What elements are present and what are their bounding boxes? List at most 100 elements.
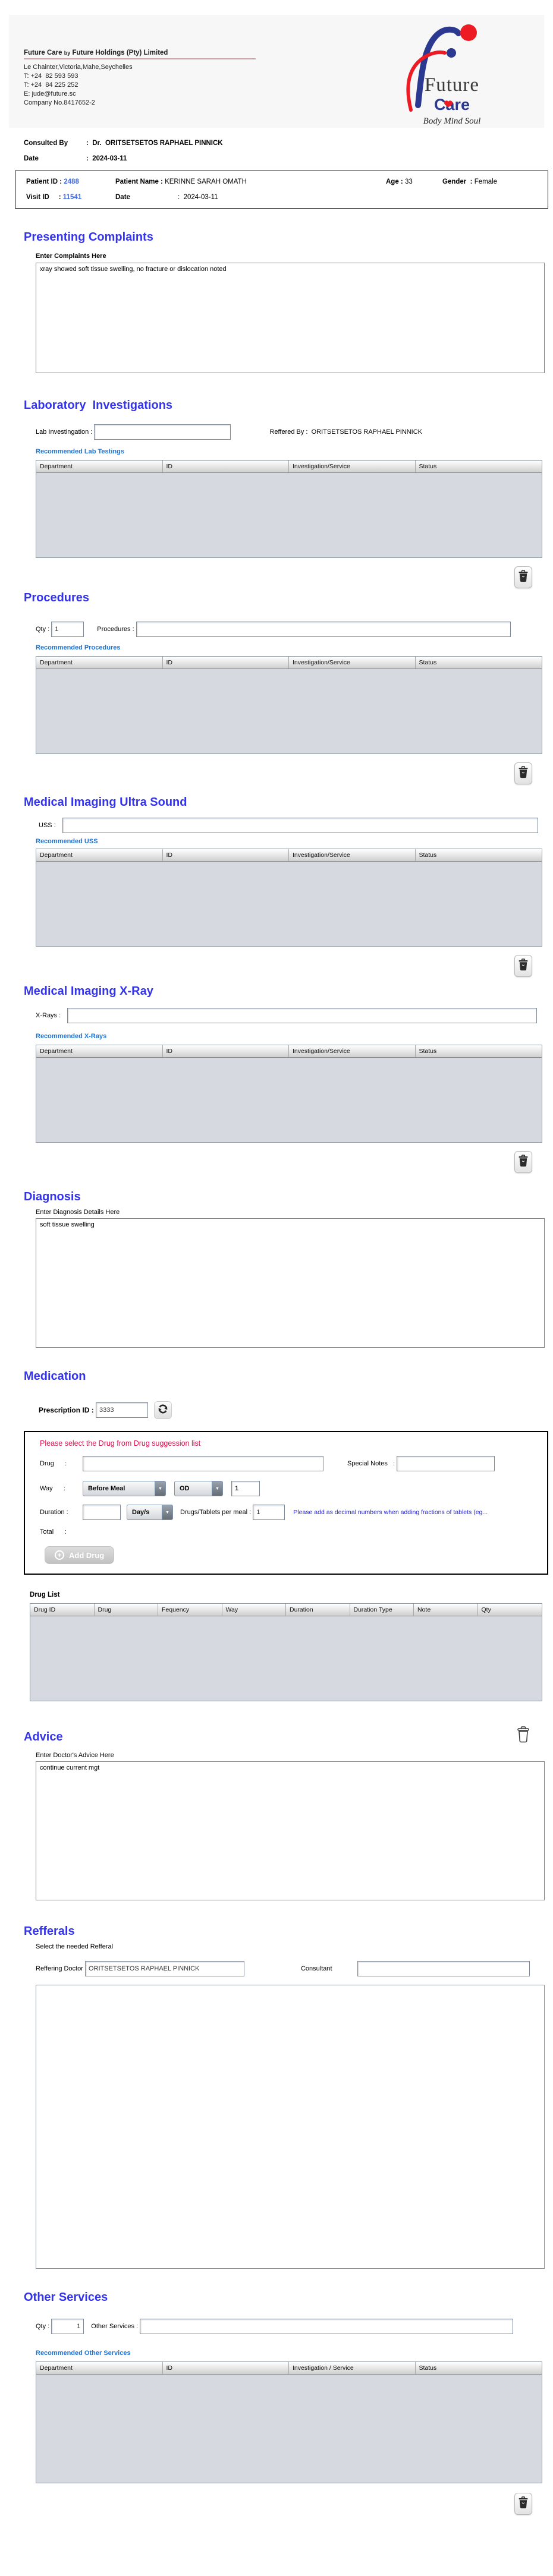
drug-col-id: Drug ID	[30, 1604, 95, 1616]
company-name-by: by	[64, 50, 71, 56]
frequency-qty-input[interactable]	[231, 1481, 260, 1496]
consulted-by-row: Consulted By : Dr. ORITSETSETOS RAPHAEL …	[24, 140, 553, 147]
visit-id-value: 11541	[63, 194, 81, 201]
other-services-trash-row	[0, 2493, 532, 2515]
add-icon: +	[55, 1550, 64, 1560]
trash-icon	[519, 2496, 528, 2512]
procedures-table-header: Department ID Investigation/Service Stat…	[36, 657, 542, 669]
xray-delete-button[interactable]	[514, 1151, 532, 1173]
uss-col-id: ID	[163, 849, 290, 861]
drug-list-label: Drug List	[30, 1591, 553, 1598]
other-services-input-row: Qty : Other Services :	[36, 2319, 553, 2334]
consultant-input[interactable]	[357, 1961, 530, 1976]
recommended-lab-testings-label: Recommended Lab Testings	[36, 448, 553, 455]
patient-info-row-1: Patient ID : 2488 Patient Name : KERINNE…	[26, 178, 537, 185]
frequency-select[interactable]: OD ▼	[174, 1481, 223, 1496]
consultant-label: Consultant	[301, 1965, 332, 1972]
procedures-col-investigation: Investigation/Service	[289, 657, 416, 669]
uss-trash-row	[0, 955, 532, 977]
uss-col-investigation: Investigation/Service	[289, 849, 416, 861]
trash-icon	[519, 958, 528, 974]
chevron-down-icon: ▼	[212, 1481, 222, 1496]
duration-unit-select[interactable]: Day/s ▼	[127, 1505, 173, 1520]
lab-table-header: Department ID Investigation/Service Stat…	[36, 461, 542, 473]
total-row: Total :	[40, 1528, 541, 1535]
recommended-procedures-label: Recommended Procedures	[36, 644, 553, 651]
procedures-label: Procedures :	[97, 626, 136, 633]
medication-entry-box: Please select the Drug from Drug suggess…	[24, 1431, 548, 1575]
recommended-xray-label: Recommended X-Rays	[36, 1033, 553, 1040]
uss-input[interactable]	[62, 818, 538, 833]
add-drug-button-label: Add Drug	[69, 1551, 104, 1560]
consult-date-value: : 2024-03-11	[86, 155, 127, 162]
drug-input[interactable]	[83, 1456, 323, 1471]
company-name-a: Future Care	[24, 49, 64, 56]
uss-delete-button[interactable]	[514, 955, 532, 977]
logo-tagline: Body Mind Soul	[423, 116, 481, 126]
add-drug-button[interactable]: + Add Drug	[45, 1546, 114, 1564]
uss-table-body	[36, 862, 542, 946]
diagnosis-title: Diagnosis	[24, 1190, 553, 1204]
patient-id-value: 2488	[64, 178, 79, 185]
chevron-down-icon: ▼	[155, 1481, 165, 1496]
drug-list-delete-button[interactable]	[514, 1725, 532, 1747]
complaints-textarea[interactable]: xray showed soft tissue swelling, no fra…	[36, 263, 545, 373]
other-col-id: ID	[163, 2362, 290, 2374]
diagnosis-label: Enter Diagnosis Details Here	[36, 1209, 553, 1216]
recommended-other-services-label: Recommended Other Services	[36, 2350, 553, 2357]
other-col-department: Department	[36, 2362, 163, 2374]
visit-id-label: Visit ID :	[26, 194, 63, 201]
xray-input[interactable]	[67, 1008, 537, 1023]
duration-input[interactable]	[83, 1505, 121, 1520]
other-services-input[interactable]	[140, 2319, 513, 2334]
medication-title: Medication	[24, 1369, 553, 1383]
procedures-table-body	[36, 669, 542, 753]
lab-referred-by-value: ORITSETSETOS RAPHAEL PINNICK	[312, 428, 422, 436]
diagnosis-textarea[interactable]: soft tissue swelling	[36, 1218, 545, 1348]
xray-table-header: Department ID Investigation/Service Stat…	[36, 1045, 542, 1058]
patient-gender-label: Gender :	[442, 178, 475, 185]
other-qty-input[interactable]	[51, 2319, 84, 2334]
visit-id: Visit ID : 11541	[26, 194, 115, 201]
referrals-label: Select the needed Refferal	[36, 1943, 553, 1950]
per-meal-input[interactable]	[253, 1505, 285, 1520]
way-row: Way : Before Meal ▼ OD ▼	[40, 1481, 541, 1496]
xray-label: X-Rays :	[36, 1012, 62, 1019]
drug-col-note: Note	[414, 1604, 478, 1616]
procedures-title: Procedures	[24, 591, 553, 605]
patient-age-label: Age :	[386, 178, 405, 185]
procedures-delete-button[interactable]	[514, 762, 532, 784]
procedures-qty-input[interactable]	[51, 622, 84, 637]
other-services-delete-button[interactable]	[514, 2493, 532, 2515]
xray-title: Medical Imaging X-Ray	[24, 984, 553, 998]
decimal-note: Please add as decimal numbers when addin…	[293, 1509, 541, 1516]
xray-col-id: ID	[163, 1045, 290, 1057]
visit-date: Date: 2024-03-11	[115, 194, 218, 201]
special-notes-input[interactable]	[397, 1456, 495, 1471]
way-select[interactable]: Before Meal ▼	[83, 1481, 166, 1496]
referral-inputs-row: Reffering Doctor Consultant	[36, 1961, 553, 1976]
patient-info-box: Patient ID : 2488 Patient Name : KERINNE…	[15, 171, 548, 209]
patient-id: Patient ID : 2488	[26, 178, 115, 185]
other-qty-label: Qty :	[36, 2323, 51, 2330]
procedures-input[interactable]	[136, 622, 511, 637]
other-col-status: Status	[416, 2362, 542, 2374]
consultation-form-page: { "colors": { "section_heading": "#3434e…	[0, 15, 553, 2576]
advice-textarea[interactable]: continue current mgt	[36, 1761, 545, 1900]
drug-list-table: Drug ID Drug Fequency Way Duration Durat…	[30, 1603, 542, 1701]
procedures-table: Department ID Investigation/Service Stat…	[36, 656, 542, 754]
lab-investigation-input[interactable]	[94, 424, 231, 440]
xray-col-department: Department	[36, 1045, 163, 1057]
referral-list-box[interactable]	[36, 1985, 545, 2269]
logo-red-dot	[460, 24, 477, 41]
drug-list-table-body	[30, 1616, 542, 1701]
company-name-b: Future Holdings (Pty) Limited	[70, 49, 168, 56]
xray-input-row: X-Rays :	[36, 1008, 553, 1023]
prescription-refresh-button[interactable]	[154, 1401, 172, 1419]
per-meal-label: Drugs/Tablets per meal :	[180, 1509, 253, 1516]
advice-heading-row: Advice	[0, 1725, 553, 1747]
procedures-col-status: Status	[416, 657, 542, 669]
lab-delete-button[interactable]	[514, 566, 532, 588]
prescription-id-input[interactable]	[96, 1402, 148, 1418]
referring-doctor-input[interactable]	[85, 1961, 244, 1976]
